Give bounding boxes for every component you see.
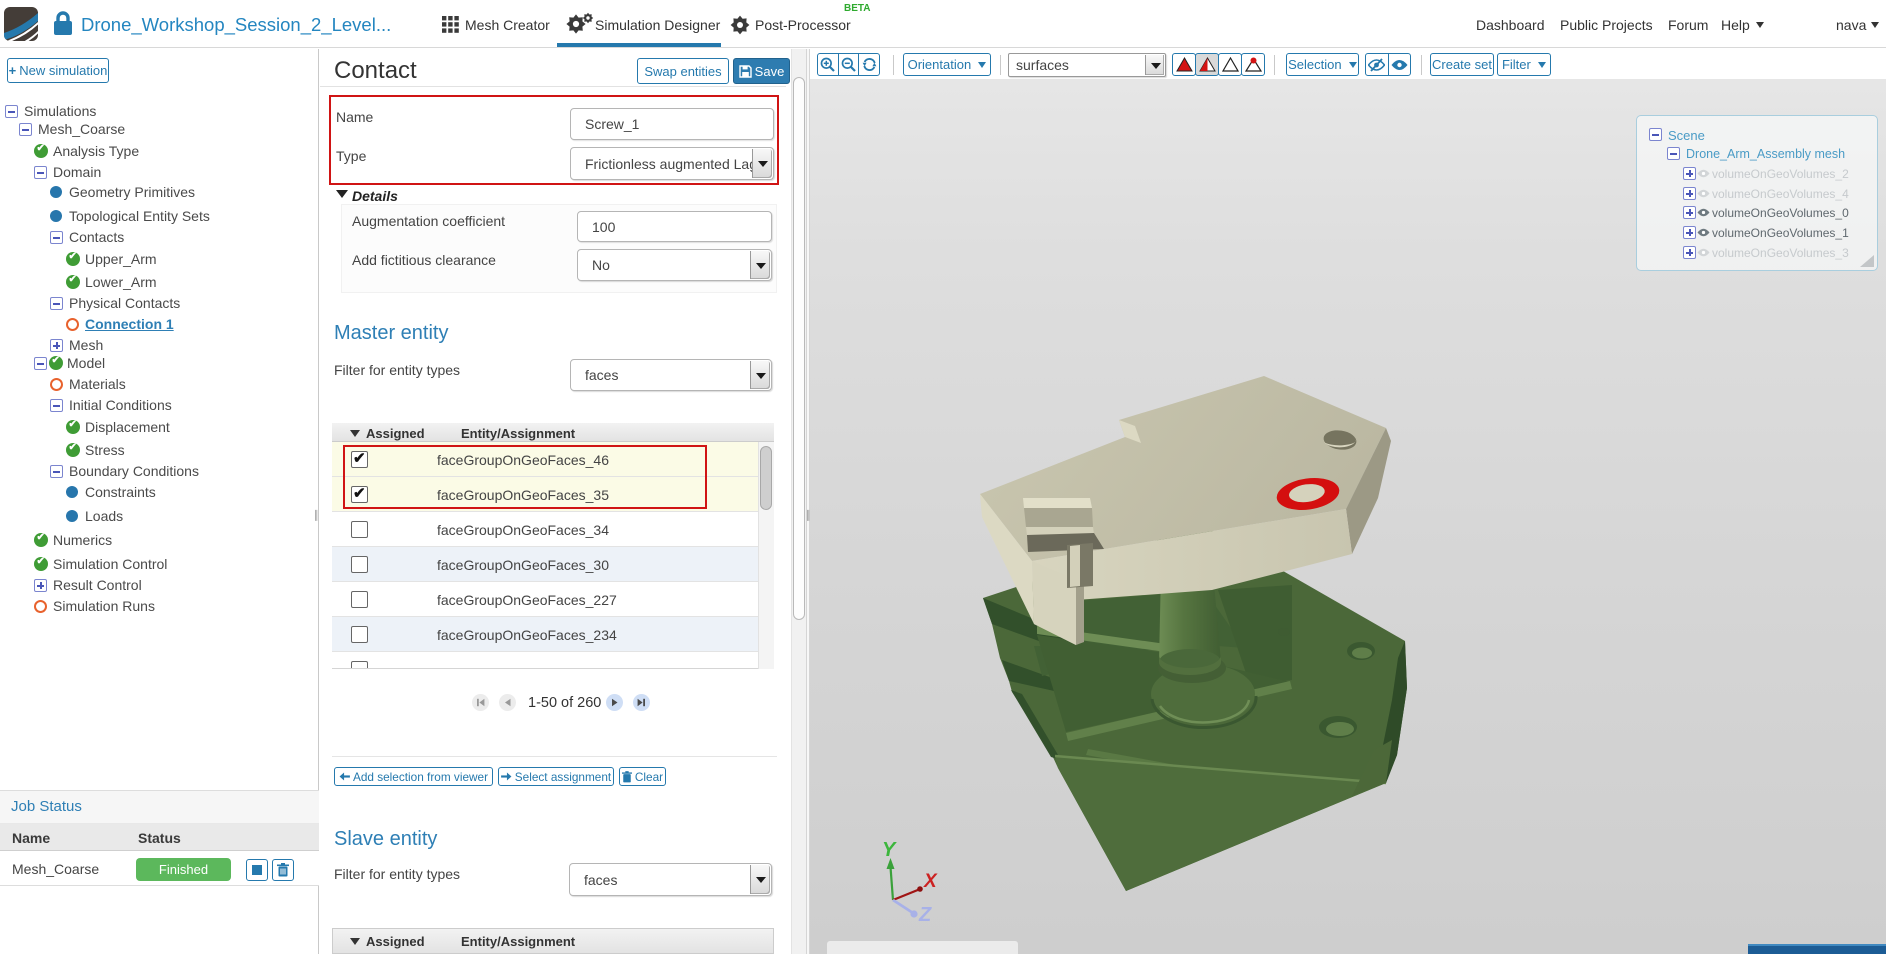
svg-text:Y: Y <box>882 839 897 861</box>
svg-text:Z: Z <box>918 904 932 926</box>
svg-text:X: X <box>923 871 938 892</box>
